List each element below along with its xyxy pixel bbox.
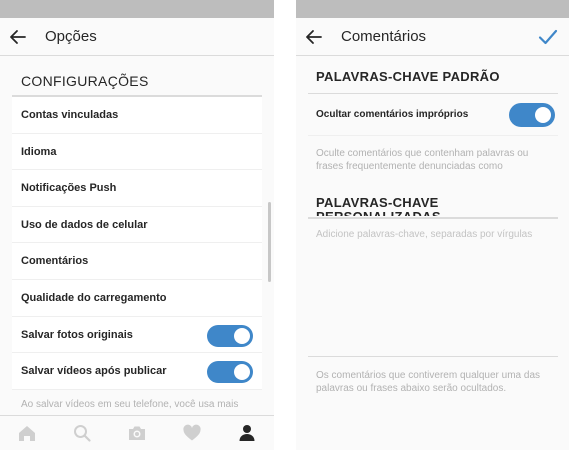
top-bar: Opções [0,18,274,56]
hide-comments-toggle[interactable] [509,103,555,127]
back-arrow-icon[interactable] [8,27,28,47]
save-videos-footnote: Ao salvar vídeos em seu telefone, você u… [21,399,239,410]
hide-comments-label: Ocultar comentários impróprios [316,109,469,120]
menu-item-label: Salvar fotos originais [21,328,133,341]
back-arrow-icon[interactable] [304,27,324,47]
custom-keywords-header-container: PALAVRAS-CHAVE PERSONALIZADAS [316,196,546,216]
menu-item-label: Salvar vídeos após publicar [21,365,167,378]
custom-keywords-header: PALAVRAS-CHAVE PERSONALIZADAS [316,196,441,216]
menu-item-save-videos: Salvar vídeos após publicar [12,353,262,390]
menu-item-push-notifications[interactable]: Notificações Push [12,170,262,207]
keywords-input[interactable]: Adicione palavras-chave, separadas por v… [316,229,532,240]
top-bar: Comentários [296,18,569,56]
menu-item-label: Comentários [21,255,89,268]
options-screen: Opções CONFIGURAÇÕES Contas vinculadas I… [0,0,274,450]
hide-comments-description: Oculte comentários que contenham palavra… [316,148,529,172]
menu-item-comments[interactable]: Comentários [12,243,262,280]
settings-menu: Contas vinculadas Idioma Notificações Pu… [12,97,262,390]
input-divider [308,356,558,357]
status-bar [296,0,569,18]
section-divider [308,93,558,94]
search-icon[interactable] [72,424,92,442]
section-divider [308,217,558,219]
menu-item-label: Contas vinculadas [21,109,119,121]
menu-item-language[interactable]: Idioma [12,133,262,171]
save-videos-toggle[interactable] [207,361,253,384]
menu-item-label: Qualidade do carregamento [21,291,167,304]
home-icon[interactable] [17,424,37,442]
menu-item-label: Idioma [21,145,57,158]
toggle-knob [535,107,551,123]
camera-icon[interactable] [127,424,147,442]
save-photos-toggle[interactable] [207,324,253,347]
profile-icon[interactable] [237,424,257,442]
menu-item-save-original-photos: Salvar fotos originais [12,316,262,354]
checkmark-icon[interactable] [537,27,559,47]
toggle-knob [234,327,250,344]
page-title: Opções [45,28,97,45]
menu-item-label: Notificações Push [21,182,117,195]
bottom-tab-bar [0,415,274,450]
scrollbar[interactable] [268,202,271,282]
toggle-knob [234,364,250,381]
heart-icon[interactable] [182,424,202,442]
hide-comments-row: Ocultar comentários impróprios [308,96,558,136]
menu-item-upload-quality[interactable]: Qualidade do carregamento [12,279,262,317]
menu-item-cellular-data[interactable]: Uso de dados de celular [12,206,262,244]
comments-screen: Comentários PALAVRAS-CHAVE PADRÃO Oculta… [296,0,569,450]
section-header-settings: CONFIGURAÇÕES [21,73,149,89]
default-keywords-header: PALAVRAS-CHAVE PADRÃO [316,69,500,84]
status-bar [0,0,274,18]
page-title: Comentários [341,28,427,45]
custom-keywords-description: Os comentários que contiverem qualquer u… [316,370,541,394]
menu-item-linked-accounts[interactable]: Contas vinculadas [12,97,262,134]
menu-item-label: Uso de dados de celular [21,218,148,231]
